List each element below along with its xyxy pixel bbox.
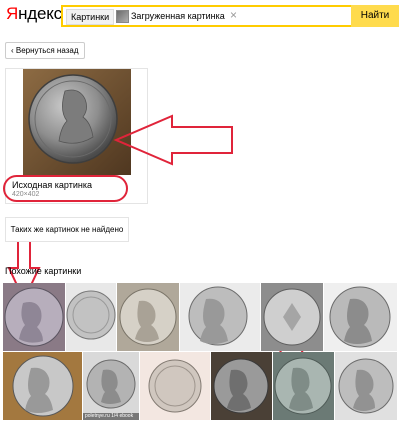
similar-image-5[interactable] xyxy=(261,283,323,351)
similar-images-title: Похожие картинки xyxy=(5,266,82,276)
similar-image-4[interactable] xyxy=(180,283,260,351)
similar-image-8[interactable]: poletnye.ru 1/4 ebook xyxy=(83,352,139,420)
similar-image-6[interactable] xyxy=(324,283,397,351)
similar-image-10[interactable] xyxy=(211,352,272,420)
similar-image-11[interactable] xyxy=(273,352,334,420)
similar-image-7[interactable] xyxy=(3,352,82,420)
similar-image-caption: poletnye.ru 1/4 ebook xyxy=(83,413,139,420)
no-exact-matches-box: Таких же картинок не найдено xyxy=(5,217,129,242)
similar-image-3[interactable] xyxy=(117,283,179,351)
similar-image-9[interactable] xyxy=(140,352,210,420)
similar-image-1[interactable] xyxy=(3,283,65,351)
left-arrow xyxy=(113,114,233,166)
similar-image-12[interactable] xyxy=(335,352,397,420)
similar-image-2[interactable] xyxy=(66,283,116,351)
